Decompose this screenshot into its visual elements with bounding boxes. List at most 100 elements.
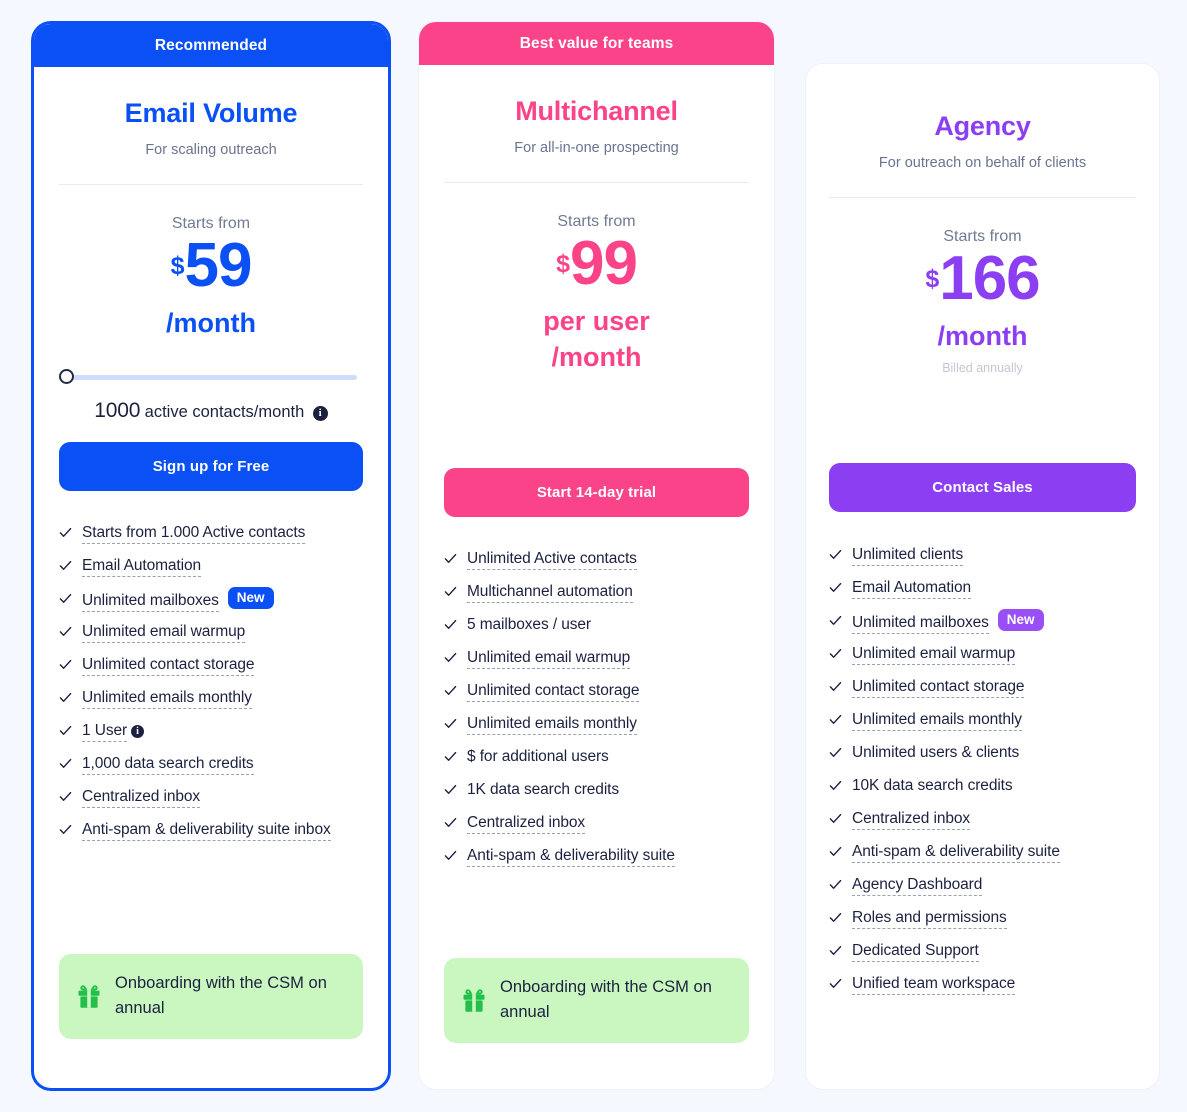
feature-label-wrap: Unlimited contact storage	[467, 682, 639, 703]
contacts-slider[interactable]	[59, 368, 363, 385]
signup-free-button[interactable]: Sign up for Free	[59, 441, 363, 491]
feature-item: Centralized inbox	[59, 787, 363, 821]
feature-label[interactable]: Dedicated Support	[852, 941, 979, 962]
plan-subtitle: For scaling outreach	[145, 142, 277, 158]
feature-label[interactable]: Roles and permissions	[852, 908, 1007, 929]
plan-name: Agency	[934, 111, 1031, 141]
info-icon[interactable]: i	[312, 405, 328, 421]
feature-label: Unlimited users & clients	[852, 743, 1020, 761]
feature-label-wrap: Unlimited mailboxes New	[82, 586, 274, 612]
ribbon-recommended: Recommended	[34, 24, 388, 67]
plan-name: Multichannel	[515, 96, 678, 126]
check-icon	[59, 757, 72, 773]
feature-label[interactable]: Anti-spam & deliverability suite	[467, 847, 675, 868]
feature-label-wrap: Multichannel automation	[467, 583, 633, 604]
gift-banner: Onboarding with the CSM on annual	[59, 953, 363, 1039]
feature-label[interactable]: 1,000 data search credits	[82, 754, 254, 775]
feature-label[interactable]: Unlimited emails monthly	[852, 710, 1022, 731]
feature-label-wrap: 10K data search credits	[852, 777, 1013, 796]
check-icon	[829, 746, 842, 762]
check-icon	[59, 691, 72, 707]
feature-label-wrap: 1K data search credits	[467, 781, 619, 800]
start-trial-button[interactable]: Start 14-day trial	[444, 468, 749, 518]
check-icon	[444, 684, 457, 700]
feature-label[interactable]: Centralized inbox	[852, 809, 970, 830]
feature-item: Email Automation	[829, 578, 1136, 612]
feature-label-wrap: Anti-spam & deliverability suite	[852, 842, 1060, 863]
feature-label-wrap: Centralized inbox	[467, 814, 585, 835]
feature-label[interactable]: Centralized inbox	[467, 814, 585, 835]
feature-item: Unlimited emails monthly	[444, 715, 749, 748]
feature-label[interactable]: Unlimited email warmup	[852, 644, 1015, 665]
feature-label-wrap: 1 User i	[82, 721, 145, 742]
feature-label[interactable]: 1 User	[82, 721, 127, 742]
feature-label[interactable]: Email Automation	[82, 556, 201, 577]
feature-label: 1K data search credits	[467, 781, 620, 799]
feature-item: Anti-spam & deliverability suite	[444, 847, 749, 880]
feature-item: Unlimited mailboxes New	[829, 608, 1136, 645]
feature-item: Unlimited contact storage	[829, 677, 1136, 711]
feature-item: Unlimited Active contacts	[444, 550, 749, 583]
feature-label[interactable]: Starts from 1.000 Active contacts	[82, 523, 305, 544]
price-display: $59	[59, 235, 363, 297]
feature-label-wrap: Unlimited contact storage	[82, 655, 254, 676]
feature-item: Anti-spam & deliverability suite inbox	[59, 820, 363, 854]
check-icon	[829, 779, 842, 795]
feature-label[interactable]: Unified team workspace	[852, 974, 1015, 995]
feature-label-wrap: Unlimited clients	[852, 545, 963, 566]
slider-quantity: 1000	[94, 398, 141, 422]
check-icon	[829, 581, 842, 597]
feature-label[interactable]: Unlimited emails monthly	[82, 688, 252, 709]
features-list: Starts from 1.000 Active contacts Email A…	[59, 523, 363, 854]
feature-label[interactable]: Unlimited contact storage	[82, 655, 254, 676]
check-icon	[829, 812, 842, 828]
check-icon	[59, 625, 72, 641]
feature-label[interactable]: Unlimited Active contacts	[467, 550, 637, 571]
feature-label[interactable]: Unlimited clients	[852, 545, 963, 566]
gift-icon	[462, 987, 486, 1013]
price-display: $99	[444, 233, 749, 295]
price-period: /month	[937, 321, 1028, 351]
feature-label-wrap: 5 mailboxes / user	[467, 616, 591, 635]
feature-item: 1K data search credits	[444, 781, 749, 814]
check-icon	[829, 878, 842, 894]
feature-label-wrap: Agency Dashboard	[852, 875, 982, 896]
feature-label[interactable]: Email Automation	[852, 578, 971, 599]
check-icon	[444, 816, 457, 832]
feature-label-wrap: Unlimited Active contacts	[467, 550, 637, 571]
feature-label[interactable]: Anti-spam & deliverability suite inbox	[82, 820, 331, 841]
info-icon[interactable]: i	[131, 724, 145, 738]
feature-label[interactable]: Unlimited mailboxes	[852, 613, 989, 634]
feature-label[interactable]: Unlimited contact storage	[467, 682, 639, 703]
check-icon	[59, 658, 72, 674]
contact-sales-button[interactable]: Contact Sales	[829, 462, 1136, 512]
feature-item: Centralized inbox	[444, 814, 749, 847]
check-icon	[829, 845, 842, 861]
feature-label[interactable]: Agency Dashboard	[852, 875, 982, 896]
feature-item: Roles and permissions	[829, 908, 1136, 942]
feature-label[interactable]: Anti-spam & deliverability suite	[852, 842, 1060, 863]
feature-label[interactable]: Unlimited email warmup	[82, 622, 245, 643]
currency-symbol: $	[925, 264, 940, 293]
pricing-card-agency: Agency For outreach on behalf of clients…	[805, 63, 1160, 1090]
features-list: Unlimited clients Email Automation Unlimit…	[829, 545, 1136, 1008]
check-icon	[59, 526, 72, 542]
feature-label[interactable]: Unlimited email warmup	[467, 649, 630, 670]
feature-label: 10K data search credits	[852, 776, 1013, 794]
feature-label[interactable]: Multichannel automation	[467, 583, 633, 604]
feature-label[interactable]: Centralized inbox	[82, 787, 200, 808]
feature-label[interactable]: Unlimited mailboxes	[82, 591, 219, 612]
check-icon	[829, 614, 842, 630]
card-body: Email Volume For scaling outreach Starts…	[34, 67, 388, 1088]
slider-track[interactable]	[65, 374, 357, 380]
feature-label-wrap: Unlimited emails monthly	[852, 710, 1022, 731]
check-icon	[829, 977, 842, 993]
feature-label[interactable]: Unlimited contact storage	[852, 677, 1024, 698]
slider-thumb[interactable]	[59, 368, 74, 384]
check-icon	[444, 552, 457, 568]
check-icon	[444, 717, 457, 733]
feature-label[interactable]: Unlimited emails monthly	[467, 715, 637, 736]
gift-icon	[77, 983, 101, 1009]
feature-item: 1,000 data search credits	[59, 754, 363, 788]
price-period: /month	[166, 308, 256, 338]
